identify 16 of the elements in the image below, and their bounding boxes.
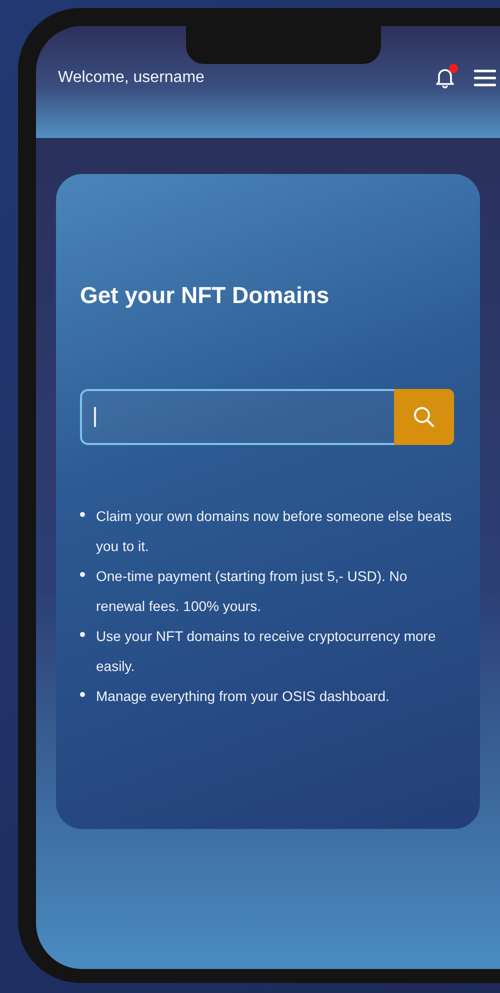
menu-icon bbox=[474, 69, 496, 87]
search-button[interactable] bbox=[394, 389, 454, 445]
bell-icon bbox=[435, 67, 455, 89]
bullet-icon bbox=[80, 692, 85, 697]
feature-text: One-time payment (starting from just 5,- USD). No renewal fees. 100% yours. bbox=[96, 567, 408, 616]
bullet-icon bbox=[80, 632, 85, 637]
feature-text: Manage everything from your OSIS dashboard. bbox=[96, 687, 390, 706]
bullet-icon bbox=[80, 512, 85, 517]
card-title: Get your NFT Domains bbox=[80, 282, 330, 309]
bullet-icon bbox=[80, 572, 85, 577]
welcome-text: Welcome, username bbox=[58, 69, 206, 87]
feature-text: Use your NFT domains to receive cryptocurrency more easily. bbox=[96, 627, 437, 676]
search-icon bbox=[412, 405, 436, 429]
feature-text: Claim your own domains now before someone else beats you to it. bbox=[96, 507, 453, 556]
search-field[interactable] bbox=[80, 389, 394, 445]
text-caret bbox=[94, 407, 96, 427]
